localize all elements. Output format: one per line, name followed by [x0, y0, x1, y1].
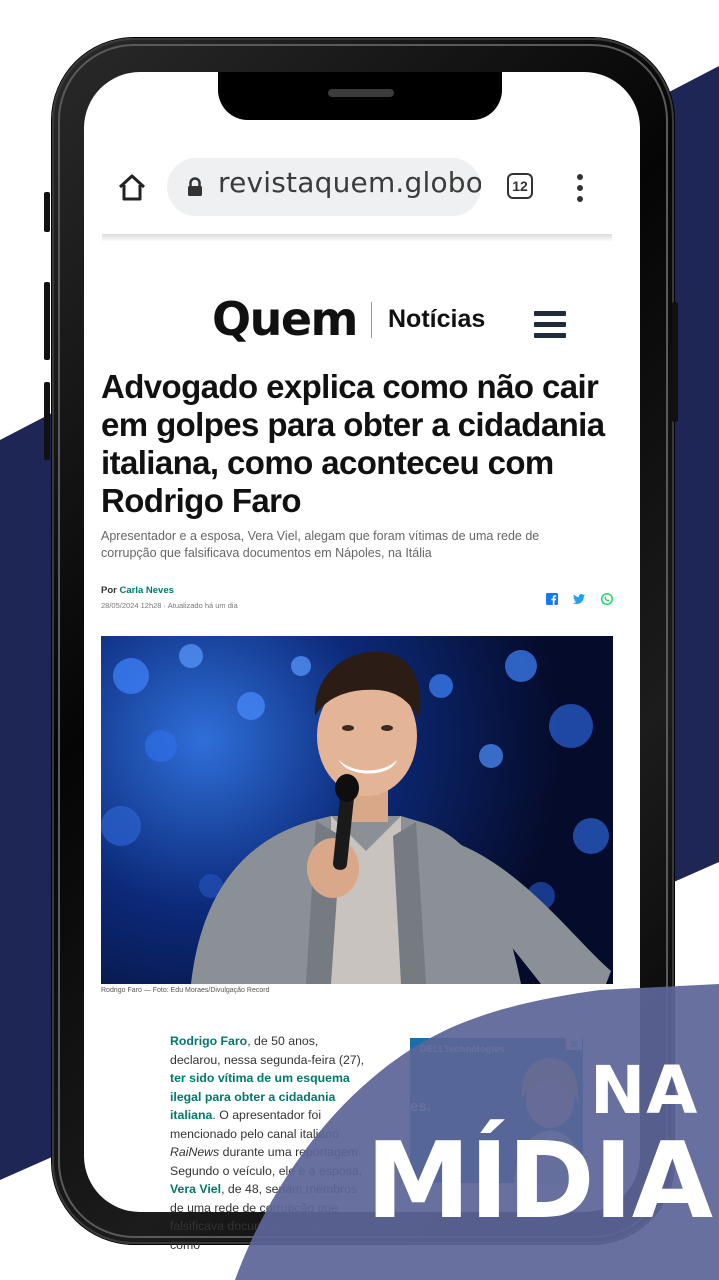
ad-text: es.: [410, 1098, 431, 1115]
body-link-rodrigo-faro[interactable]: Rodrigo Faro: [170, 1034, 247, 1048]
phone-side-button: [44, 282, 50, 360]
phone-side-button: [44, 192, 50, 232]
more-vert-icon[interactable]: [570, 174, 590, 202]
section-title[interactable]: Notícias: [388, 305, 485, 334]
phone-speaker: [328, 89, 394, 97]
ad-brand-logo: DELLTechnologies: [420, 1044, 505, 1054]
article-body: Rodrigo Faro, de 50 anos, declarou, ness…: [170, 1032, 370, 1254]
phone-side-button: [672, 302, 678, 422]
tabs-icon[interactable]: 12: [507, 173, 533, 199]
header-divider: [371, 302, 372, 338]
body-emphasis: RaiNews: [170, 1145, 220, 1159]
site-logo[interactable]: Quem: [212, 292, 358, 346]
article-subtitle: Apresentador e a esposa, Vera Viel, aleg…: [101, 529, 540, 560]
overlay-title-line1: NA: [590, 1052, 699, 1129]
toolbar-divider: [102, 234, 612, 242]
home-icon[interactable]: [116, 172, 148, 204]
author-link[interactable]: Carla Neves: [119, 585, 173, 596]
dateline: 28/05/2024 12h28 · Atualizado há um dia: [101, 601, 238, 610]
byline-prefix: Por: [101, 585, 120, 596]
body-link-vera-viel[interactable]: Vera Viel: [170, 1182, 221, 1196]
facebook-icon[interactable]: [545, 592, 559, 606]
ad-close-icon[interactable]: ⊠: [566, 1038, 582, 1050]
whatsapp-icon[interactable]: [600, 592, 614, 606]
phone-side-button: [44, 382, 50, 460]
article-photo[interactable]: [101, 636, 613, 984]
twitter-icon[interactable]: [572, 592, 586, 606]
article-headline: Advogado explica como não cair em golpes…: [101, 368, 605, 519]
lock-icon: [186, 177, 204, 197]
photo-caption: Rodrigo Faro — Foto: Edu Moraes/Divulgaç…: [101, 987, 270, 994]
overlay-title-line2: MÍDIA: [366, 1120, 713, 1242]
byline: Por Carla Neves: [101, 585, 174, 596]
url-text[interactable]: revistaquem.globo.: [218, 166, 481, 199]
hamburger-menu-icon[interactable]: [534, 311, 566, 339]
